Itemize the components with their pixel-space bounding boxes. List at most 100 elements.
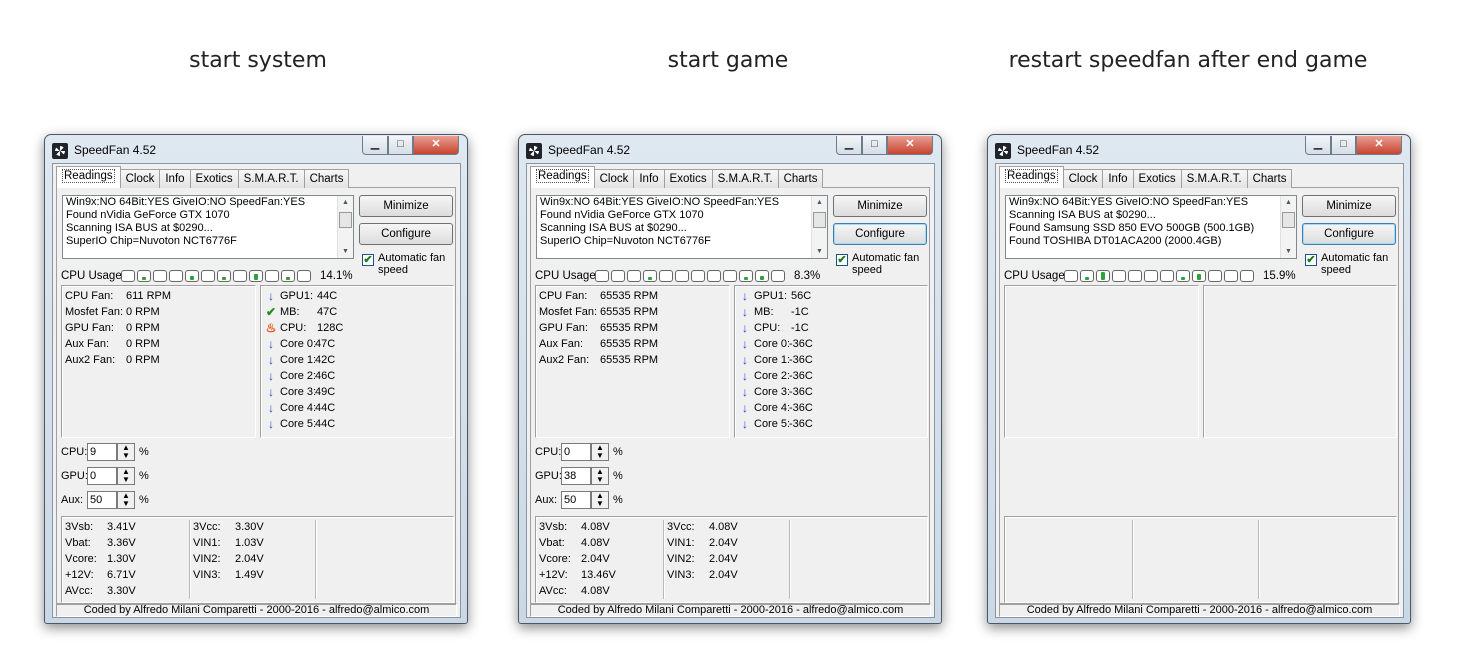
- spin-down-icon[interactable]: ▼: [118, 452, 134, 460]
- window-close-button[interactable]: ✕: [887, 136, 933, 155]
- minimize-button[interactable]: Minimize: [833, 195, 927, 217]
- tab-info[interactable]: Info: [1102, 169, 1134, 188]
- temp-label: CPU:: [754, 322, 781, 334]
- tab-readings[interactable]: Readings: [999, 166, 1064, 188]
- automatic-fan-speed-checkbox[interactable]: ✔: [836, 254, 848, 266]
- speed-input[interactable]: 0: [87, 467, 117, 485]
- speed-spinner[interactable]: ▲ ▼: [591, 443, 609, 461]
- scroll-thumb[interactable]: [1282, 212, 1295, 228]
- speed-input[interactable]: 50: [561, 491, 591, 509]
- speed-control-cpu: CPU: 9 ▲ ▼%: [61, 443, 161, 463]
- down-arrow-icon: ↓: [268, 401, 274, 415]
- cpu-usage-meter: [1064, 270, 1256, 282]
- title-bar[interactable]: SpeedFan 4.52 ▁ □ ✕: [988, 135, 1410, 163]
- title-bar[interactable]: SpeedFan 4.52 ▁ □ ✕: [45, 135, 467, 163]
- tab-charts[interactable]: Charts: [777, 169, 824, 188]
- voltage-value: 2.04V: [235, 553, 264, 565]
- speed-input[interactable]: 50: [87, 491, 117, 509]
- voltage-column-divider: [315, 520, 316, 599]
- tab-exotics[interactable]: Exotics: [663, 169, 713, 188]
- tab-clock[interactable]: Clock: [593, 169, 635, 188]
- tab-smart[interactable]: S.M.A.R.T.: [1180, 169, 1248, 188]
- tab-exotics[interactable]: Exotics: [189, 169, 239, 188]
- spin-down-icon[interactable]: ▼: [592, 476, 608, 484]
- voltage-value: 4.08V: [581, 521, 610, 533]
- tab-exotics[interactable]: Exotics: [1132, 169, 1182, 188]
- tab-info[interactable]: Info: [633, 169, 665, 188]
- speed-input[interactable]: 9: [87, 443, 117, 461]
- automatic-fan-speed-checkbox[interactable]: ✔: [362, 254, 374, 266]
- scroll-up-icon[interactable]: ▲: [342, 199, 349, 206]
- tab-readings[interactable]: Readings: [56, 166, 121, 188]
- spin-down-icon[interactable]: ▼: [118, 500, 134, 508]
- log-scrollbar[interactable]: ▲ ▼: [337, 196, 353, 258]
- minimize-button[interactable]: Minimize: [359, 195, 453, 217]
- tab-readings[interactable]: Readings: [530, 166, 595, 188]
- tab-strip: Readings Clock Info Exotics S.M.A.R.T. Charts: [530, 166, 824, 188]
- tab-smart[interactable]: S.M.A.R.T.: [237, 169, 305, 188]
- temp-value: -36C: [789, 354, 813, 366]
- cpu-core-bar: [1224, 270, 1238, 282]
- fan-reading: GPU Fan: 0 RPM: [65, 320, 250, 336]
- minimize-icon: ▁: [370, 138, 380, 150]
- voltage-label: VIN2:: [193, 553, 221, 565]
- speed-spinner[interactable]: ▲ ▼: [591, 491, 609, 509]
- scroll-up-icon[interactable]: ▲: [816, 199, 823, 206]
- cpu-core-bar: [281, 270, 295, 282]
- configure-button[interactable]: Configure: [1302, 223, 1396, 245]
- voltage-label: VIN3:: [193, 569, 221, 581]
- window-minimize-button[interactable]: ▁: [1305, 136, 1331, 155]
- window-minimize-button[interactable]: ▁: [362, 136, 388, 155]
- voltage-reading: 3Vsb: 4.08V: [539, 519, 659, 535]
- scroll-thumb[interactable]: [339, 212, 352, 228]
- tab-smart[interactable]: S.M.A.R.T.: [711, 169, 779, 188]
- title-bar[interactable]: SpeedFan 4.52 ▁ □ ✕: [519, 135, 941, 163]
- log-scrollbar[interactable]: ▲ ▼: [1280, 196, 1296, 258]
- tab-info[interactable]: Info: [159, 169, 191, 188]
- status-bar: Coded by Alfredo Milani Comparetti - 200…: [56, 603, 457, 617]
- cpu-core-bar: [1192, 270, 1206, 282]
- window-close-button[interactable]: ✕: [413, 136, 459, 155]
- speed-spinner[interactable]: ▲ ▼: [117, 467, 135, 485]
- window-maximize-button[interactable]: □: [862, 136, 887, 155]
- window-maximize-button[interactable]: □: [1331, 136, 1356, 155]
- cpu-core-bar: [1208, 270, 1222, 282]
- speed-input[interactable]: 38: [561, 467, 591, 485]
- cpu-core-bar: [771, 270, 785, 282]
- tab-clock[interactable]: Clock: [1062, 169, 1104, 188]
- spin-down-icon[interactable]: ▼: [118, 476, 134, 484]
- speed-spinner[interactable]: ▲ ▼: [591, 467, 609, 485]
- scroll-up-icon[interactable]: ▲: [1285, 199, 1292, 206]
- window-close-button[interactable]: ✕: [1356, 136, 1402, 155]
- temperature-reading: ↓ Core 3: 49C: [265, 384, 445, 400]
- voltage-reading: 3Vcc: 4.08V: [667, 519, 787, 535]
- scroll-down-icon[interactable]: ▼: [342, 248, 349, 255]
- minimize-button[interactable]: Minimize: [1302, 195, 1396, 217]
- log-scrollbar[interactable]: ▲ ▼: [811, 196, 827, 258]
- tab-label: Exotics: [1138, 173, 1176, 185]
- window-minimize-button[interactable]: ▁: [836, 136, 862, 155]
- tab-charts[interactable]: Charts: [1246, 169, 1293, 188]
- scroll-down-icon[interactable]: ▼: [1285, 248, 1292, 255]
- speed-spinner[interactable]: ▲ ▼: [117, 443, 135, 461]
- speed-input[interactable]: 0: [561, 443, 591, 461]
- cpu-core-bar-fill: [1181, 277, 1185, 280]
- tab-charts[interactable]: Charts: [303, 169, 350, 188]
- window-maximize-button[interactable]: □: [388, 136, 413, 155]
- automatic-fan-speed-label: Automatic fan speed: [852, 252, 920, 276]
- voltage-column-divider: [1258, 520, 1259, 599]
- speed-label: CPU:: [61, 446, 88, 458]
- scroll-down-icon[interactable]: ▼: [816, 248, 823, 255]
- scroll-thumb[interactable]: [813, 212, 826, 228]
- log-textbox[interactable]: Win9x:NO 64Bit:YES GiveIO:NO SpeedFan:YE…: [1005, 195, 1297, 259]
- configure-button[interactable]: Configure: [359, 223, 453, 245]
- tab-label: Info: [1108, 173, 1128, 185]
- spin-down-icon[interactable]: ▼: [592, 452, 608, 460]
- log-textbox[interactable]: Win9x:NO 64Bit:YES GiveIO:NO SpeedFan:YE…: [62, 195, 354, 259]
- speed-spinner[interactable]: ▲ ▼: [117, 491, 135, 509]
- log-textbox[interactable]: Win9x:NO 64Bit:YES GiveIO:NO SpeedFan:YE…: [536, 195, 828, 259]
- spin-down-icon[interactable]: ▼: [592, 500, 608, 508]
- configure-button[interactable]: Configure: [833, 223, 927, 245]
- automatic-fan-speed-checkbox[interactable]: ✔: [1305, 254, 1317, 266]
- tab-clock[interactable]: Clock: [119, 169, 161, 188]
